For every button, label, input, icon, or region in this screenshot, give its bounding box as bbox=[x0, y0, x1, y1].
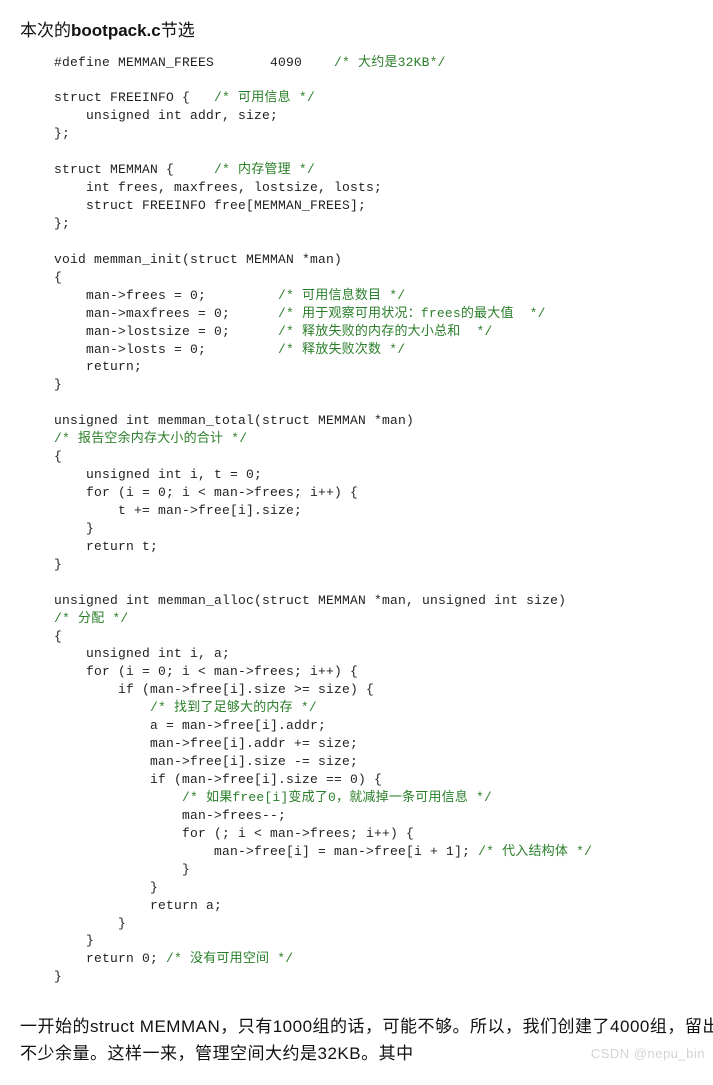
code-line: { bbox=[54, 270, 62, 285]
code-line: man->free[i] = man->free[i + 1]; bbox=[54, 844, 478, 859]
code-line: return a; bbox=[54, 898, 222, 913]
code-line: { bbox=[54, 449, 62, 464]
code-line: return; bbox=[54, 359, 142, 374]
code-line: int frees, maxfrees, lostsize, losts; bbox=[54, 180, 382, 195]
code-line: unsigned int addr, size; bbox=[54, 108, 278, 123]
code-comment: /* 如果free[i]变成了0，就减掉一条可用信息 */ bbox=[54, 790, 492, 805]
code-line: { bbox=[54, 629, 62, 644]
code-line: a = man->free[i].addr; bbox=[54, 718, 326, 733]
heading-before: 本次的 bbox=[20, 21, 71, 40]
code-line: if (man->free[i].size >= size) { bbox=[54, 682, 374, 697]
code-line: } bbox=[54, 916, 126, 931]
code-line: if (man->free[i].size == 0) { bbox=[54, 772, 382, 787]
code-line: unsigned int i, a; bbox=[54, 646, 230, 661]
code-line: man->maxfrees = 0; bbox=[54, 306, 278, 321]
heading-bold: bootpack.c bbox=[71, 21, 161, 40]
code-comment: /* 释放失败的内存的大小总和 */ bbox=[278, 324, 492, 339]
code-line: } bbox=[54, 969, 62, 984]
code-line: for (i = 0; i < man->frees; i++) { bbox=[54, 485, 358, 500]
code-line: for (i = 0; i < man->frees; i++) { bbox=[54, 664, 358, 679]
code-comment: /* 可用信息数目 */ bbox=[278, 288, 405, 303]
code-line: for (; i < man->frees; i++) { bbox=[54, 826, 414, 841]
code-line: unsigned int i, t = 0; bbox=[54, 467, 262, 482]
code-comment: /* 用于观察可用状况：frees的最大值 */ bbox=[278, 306, 546, 321]
code-comment: /* 没有可用空间 */ bbox=[166, 951, 293, 966]
code-line: } bbox=[54, 880, 158, 895]
code-block: #define MEMMAN_FREES 4090 /* 大约是32KB*/ s… bbox=[54, 54, 713, 987]
watermark: CSDN @nepu_bin bbox=[591, 1046, 705, 1061]
code-line: man->free[i].addr += size; bbox=[54, 736, 358, 751]
code-comment: /* 分配 */ bbox=[54, 611, 128, 626]
code-comment: /* 大约是32KB*/ bbox=[334, 55, 446, 70]
code-comment: /* 释放失败次数 */ bbox=[278, 342, 405, 357]
code-line: } bbox=[54, 557, 62, 572]
code-line: } bbox=[54, 377, 62, 392]
code-line: return t; bbox=[54, 539, 158, 554]
code-comment: /* 可用信息 */ bbox=[214, 90, 315, 105]
code-line: }; bbox=[54, 216, 70, 231]
code-line: #define MEMMAN_FREES 4090 bbox=[54, 55, 334, 70]
code-line: struct MEMMAN { bbox=[54, 162, 214, 177]
code-line: man->losts = 0; bbox=[54, 342, 278, 357]
page: { "heading": { "before": "本次的", "bold": … bbox=[20, 18, 713, 1067]
code-line: unsigned int memman_total(struct MEMMAN … bbox=[54, 413, 414, 428]
code-line: unsigned int memman_alloc(struct MEMMAN … bbox=[54, 593, 566, 608]
code-line: struct FREEINFO { bbox=[54, 90, 214, 105]
page-title: 本次的bootpack.c节选 bbox=[20, 18, 713, 44]
code-line: man->free[i].size -= size; bbox=[54, 754, 358, 769]
code-line: man->lostsize = 0; bbox=[54, 324, 278, 339]
code-line: struct FREEINFO free[MEMMAN_FREES]; bbox=[54, 198, 366, 213]
code-line: void memman_init(struct MEMMAN *man) bbox=[54, 252, 342, 267]
code-line: t += man->free[i].size; bbox=[54, 503, 302, 518]
code-line: }; bbox=[54, 126, 70, 141]
heading-after: 节选 bbox=[161, 21, 195, 40]
code-line: man->frees = 0; bbox=[54, 288, 278, 303]
code-line: return 0; bbox=[54, 951, 166, 966]
code-comment: /* 代入结构体 */ bbox=[478, 844, 592, 859]
code-comment: /* 内存管理 */ bbox=[214, 162, 315, 177]
code-comment: /* 报告空余内存大小的合计 */ bbox=[54, 431, 247, 446]
code-line: man->frees--; bbox=[54, 808, 286, 823]
code-line: } bbox=[54, 862, 190, 877]
code-line: } bbox=[54, 933, 94, 948]
code-line: } bbox=[54, 521, 94, 536]
code-comment: /* 找到了足够大的内存 */ bbox=[54, 700, 317, 715]
